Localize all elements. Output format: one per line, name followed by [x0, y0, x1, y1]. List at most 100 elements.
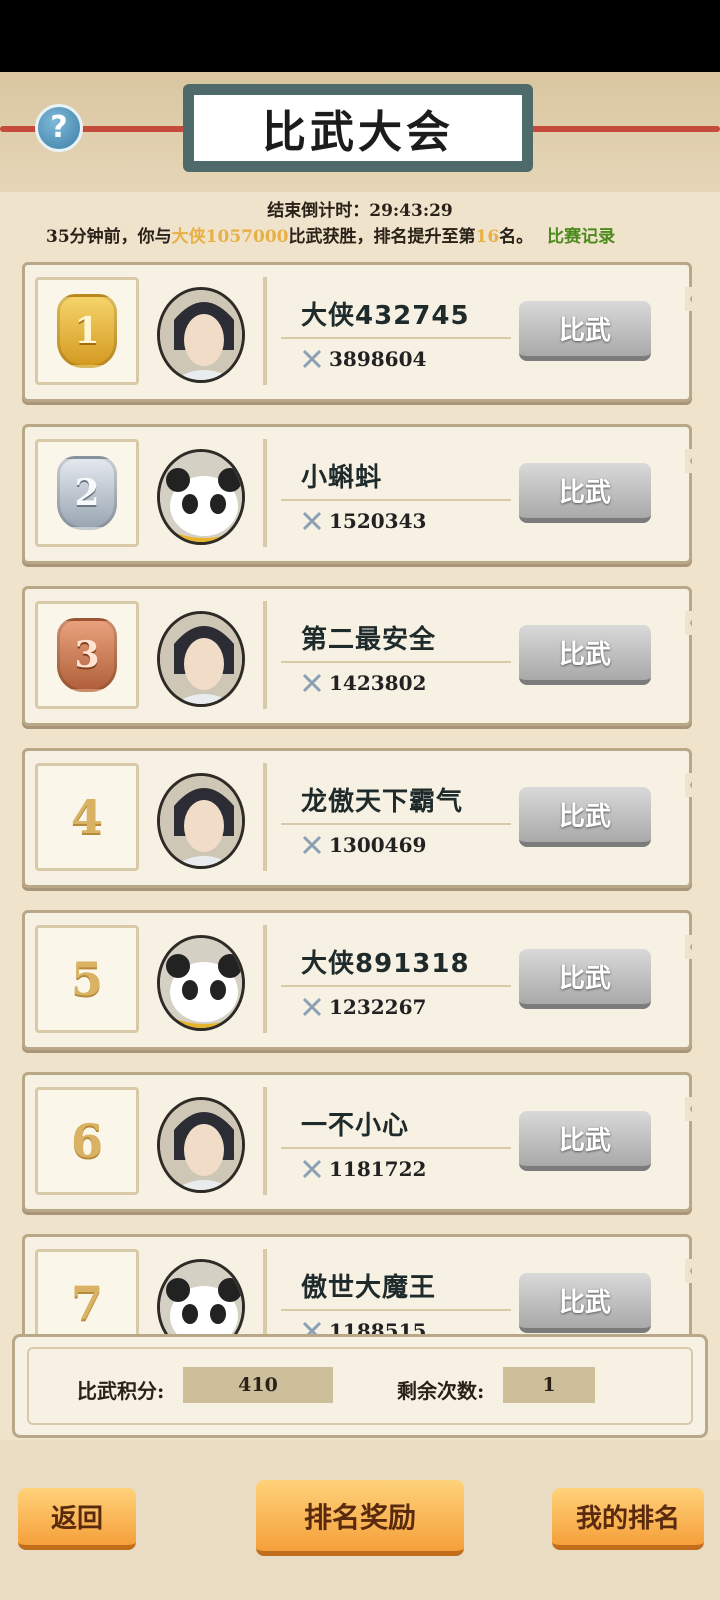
player-name: 一不小心	[301, 1111, 410, 1141]
crossed-swords-icon	[302, 997, 322, 1017]
notice-prefix: 35分钟前，你与	[46, 227, 172, 247]
combat-power-value: 3898604	[329, 347, 427, 371]
notice-opponent: 大侠1057000	[171, 227, 289, 247]
player-info: 小蝌蚪 1520343	[263, 439, 513, 547]
combat-power: 1188515	[301, 1319, 426, 1334]
ranking-card: 4 龙傲天下霸气 1300469 比武	[22, 748, 697, 888]
panda-avatar[interactable]	[157, 1259, 245, 1334]
rank-badge: 2	[35, 439, 139, 547]
scholar-avatar[interactable]	[157, 611, 245, 707]
player-name: 小蝌蚪	[301, 463, 383, 493]
rank-number: 4	[70, 790, 103, 844]
player-info: 龙傲天下霸气 1300469	[263, 763, 513, 871]
combat-power: 1423802	[301, 671, 426, 695]
challenge-button[interactable]: 比武	[519, 1273, 651, 1333]
swordsman-avatar[interactable]	[157, 287, 245, 383]
crossed-swords-icon	[302, 349, 322, 369]
rank-badge: 6	[35, 1087, 139, 1195]
divider	[281, 823, 511, 825]
rank-rewards-button[interactable]: 排名奖励	[256, 1480, 464, 1556]
challenge-button[interactable]: 比武	[519, 463, 651, 523]
points-value: 410	[183, 1367, 333, 1403]
paper-tear-decoration	[685, 1097, 697, 1121]
rope-decoration	[0, 126, 200, 132]
player-name: 大侠432745	[301, 301, 470, 331]
player-info: 大侠891318 1232267	[263, 925, 513, 1033]
combat-power: 1520343	[301, 509, 426, 533]
paper-tear-decoration	[685, 287, 697, 311]
paper-tear-decoration	[685, 773, 697, 797]
divider	[281, 1147, 511, 1149]
ranking-list[interactable]: 1 大侠432745 3898604 比武 2 小蝌蚪 1520343 比武 3 第二最安全 142…	[0, 262, 720, 1334]
crossed-swords-icon	[302, 835, 322, 855]
rank-number: 5	[70, 952, 103, 1006]
status-bar	[0, 0, 720, 72]
countdown-timer: 结束倒计时：29:43:29	[267, 201, 453, 221]
remaining-value: 1	[503, 1367, 595, 1403]
player-name: 龙傲天下霸气	[301, 787, 464, 817]
match-record-link[interactable]: 比赛记录	[547, 227, 615, 247]
ranking-card: 7 傲世大魔王 1188515 比武	[22, 1234, 697, 1334]
rank-badge: 7	[35, 1249, 139, 1334]
rank-badge: 3	[35, 601, 139, 709]
stats-panel: 比武积分: 410 剩余次数: 1	[12, 1334, 708, 1438]
combat-power: 1181722	[301, 1157, 426, 1181]
longhair-avatar[interactable]	[157, 773, 245, 869]
combat-power-value: 1181722	[329, 1157, 427, 1181]
bronze-medal-icon: 3	[57, 618, 117, 692]
battle-notice: 35分钟前，你与大侠1057000比武获胜，排名提升至第16名。 比赛记录	[46, 222, 615, 247]
combat-power: 1300469	[301, 833, 426, 857]
ranking-card: 1 大侠432745 3898604 比武	[22, 262, 697, 402]
rank-badge: 4	[35, 763, 139, 871]
paper-tear-decoration	[685, 449, 697, 473]
paper-tear-decoration	[685, 1259, 697, 1283]
remaining-label: 剩余次数:	[397, 1379, 485, 1403]
paper-tear-decoration	[685, 935, 697, 959]
divider	[281, 985, 511, 987]
back-button[interactable]: 返回	[18, 1488, 136, 1550]
rank-badge: 1	[35, 277, 139, 385]
ranking-card: 5 大侠891318 1232267 比武	[22, 910, 697, 1050]
crossed-swords-icon	[302, 1159, 322, 1179]
player-info: 大侠432745 3898604	[263, 277, 513, 385]
combat-power-value: 1520343	[329, 509, 427, 533]
divider	[281, 337, 511, 339]
player-info: 第二最安全 1423802	[263, 601, 513, 709]
crossed-swords-icon	[302, 1321, 322, 1334]
challenge-button[interactable]: 比武	[519, 787, 651, 847]
rank-number: 6	[70, 1114, 103, 1168]
divider	[281, 499, 511, 501]
rope-decoration	[515, 126, 720, 132]
silver-medal-icon: 2	[57, 456, 117, 530]
notice-middle: 比武获胜，排名提升至第	[288, 227, 476, 247]
combat-power-value: 1423802	[329, 671, 427, 695]
divider	[281, 1309, 511, 1311]
challenge-button[interactable]: 比武	[519, 625, 651, 685]
question-icon: ?	[50, 110, 68, 145]
crossed-swords-icon	[302, 673, 322, 693]
challenge-button[interactable]: 比武	[519, 949, 651, 1009]
player-name: 傲世大魔王	[301, 1273, 437, 1303]
combat-power: 1232267	[301, 995, 426, 1019]
gold-medal-icon: 1	[57, 294, 117, 368]
combat-power-value: 1188515	[329, 1319, 427, 1334]
challenge-button[interactable]: 比武	[519, 301, 651, 361]
combat-power-value: 1232267	[329, 995, 427, 1019]
rank-number: 7	[70, 1276, 103, 1330]
player-info: 一不小心 1181722	[263, 1087, 513, 1195]
crossed-swords-icon	[302, 511, 322, 531]
my-rank-button[interactable]: 我的排名	[552, 1488, 704, 1550]
lady-avatar[interactable]	[157, 1097, 245, 1193]
challenge-button[interactable]: 比武	[519, 1111, 651, 1171]
help-button[interactable]: ?	[35, 104, 83, 152]
panda-avatar[interactable]	[157, 449, 245, 545]
combat-power: 3898604	[301, 347, 426, 371]
title-plaque: 比武大会	[183, 84, 533, 172]
player-info: 傲世大魔王 1188515	[263, 1249, 513, 1334]
panda-avatar[interactable]	[157, 935, 245, 1031]
notice-suffix: 名。	[499, 227, 534, 247]
rank-badge: 5	[35, 925, 139, 1033]
combat-power-value: 1300469	[329, 833, 427, 857]
ranking-card: 2 小蝌蚪 1520343 比武	[22, 424, 697, 564]
ranking-card: 6 一不小心 1181722 比武	[22, 1072, 697, 1212]
